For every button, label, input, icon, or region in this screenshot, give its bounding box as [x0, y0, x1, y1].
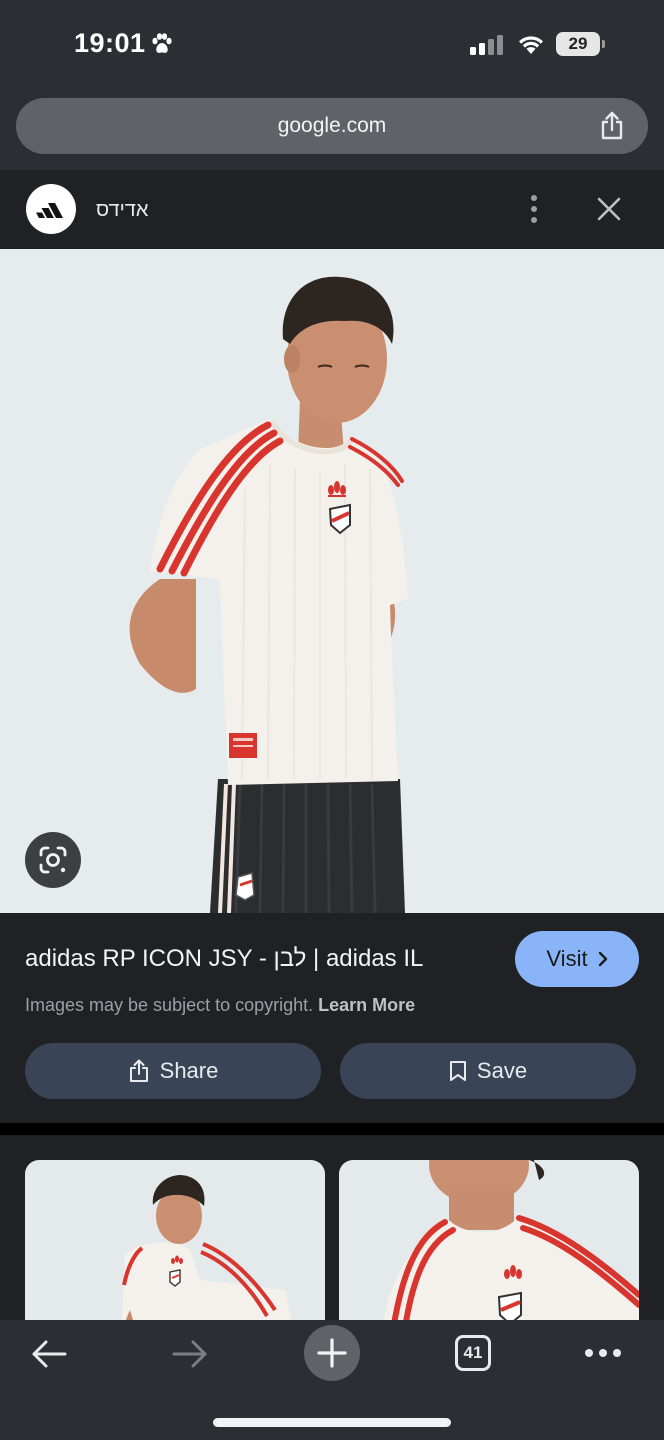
close-icon[interactable] [594, 194, 624, 224]
site-header: אדידס [0, 170, 664, 249]
signal-icon [470, 35, 503, 55]
adidas-logo-icon [36, 203, 63, 218]
result-info-panel: adidas RP ICON JSY - לבן | adidas IL Vis… [0, 913, 664, 1123]
related-image-thumbnail [121, 1175, 292, 1320]
save-label: Save [476, 1058, 528, 1083]
more-vert-icon[interactable] [524, 194, 544, 224]
paw-icon [152, 33, 172, 53]
share-button[interactable]: Share [25, 1043, 321, 1099]
related-images [0, 1135, 664, 1320]
save-button[interactable]: Save [340, 1043, 636, 1099]
bookmark-icon [449, 1061, 466, 1081]
browser-url-area: google.com [0, 90, 664, 170]
plus-icon [317, 1338, 347, 1368]
tab-count: 41 [463, 1343, 483, 1362]
learn-more-link[interactable]: Learn More [318, 995, 415, 1015]
product-image[interactable] [0, 249, 664, 913]
status-bar: 19:01 29 [0, 0, 664, 90]
status-time: 19:01 [74, 28, 146, 58]
result-title[interactable]: adidas RP ICON JSY - לבן | adidas IL [25, 945, 423, 973]
url-bar[interactable]: google.com [16, 98, 648, 154]
url-text[interactable]: google.com [16, 114, 648, 138]
google-lens-icon [39, 846, 67, 874]
wifi-icon [519, 36, 543, 54]
share-icon [129, 1059, 148, 1082]
back-icon[interactable] [30, 1338, 68, 1370]
forward-icon[interactable] [171, 1338, 209, 1370]
visit-label: Visit [546, 946, 588, 971]
chevron-right-icon [598, 951, 607, 967]
battery-icon: 29 [556, 32, 606, 56]
visit-button[interactable]: Visit [515, 931, 639, 987]
related-image-card[interactable] [339, 1160, 639, 1320]
battery-level: 29 [556, 32, 600, 56]
adidas-logo[interactable] [26, 184, 76, 234]
share-label: Share [159, 1058, 219, 1083]
product-photo [129, 276, 408, 913]
lens-button[interactable] [25, 832, 81, 888]
more-horiz-icon[interactable] [584, 1346, 622, 1360]
home-indicator [213, 1418, 451, 1427]
share-icon[interactable] [598, 111, 626, 141]
copyright-notice: Images may be subject to copyright. Lear… [25, 995, 415, 1016]
new-tab-button[interactable] [304, 1325, 360, 1381]
battery-tip [602, 40, 605, 48]
related-image-thumbnail [383, 1160, 639, 1320]
site-name[interactable]: אדידס [96, 199, 148, 222]
tabs-icon[interactable]: 41 [455, 1335, 491, 1371]
section-divider [0, 1123, 664, 1135]
copyright-text: Images may be subject to copyright. [25, 995, 314, 1015]
related-image-card[interactable] [25, 1160, 325, 1320]
bottom-toolbar: 41 [0, 1320, 664, 1440]
